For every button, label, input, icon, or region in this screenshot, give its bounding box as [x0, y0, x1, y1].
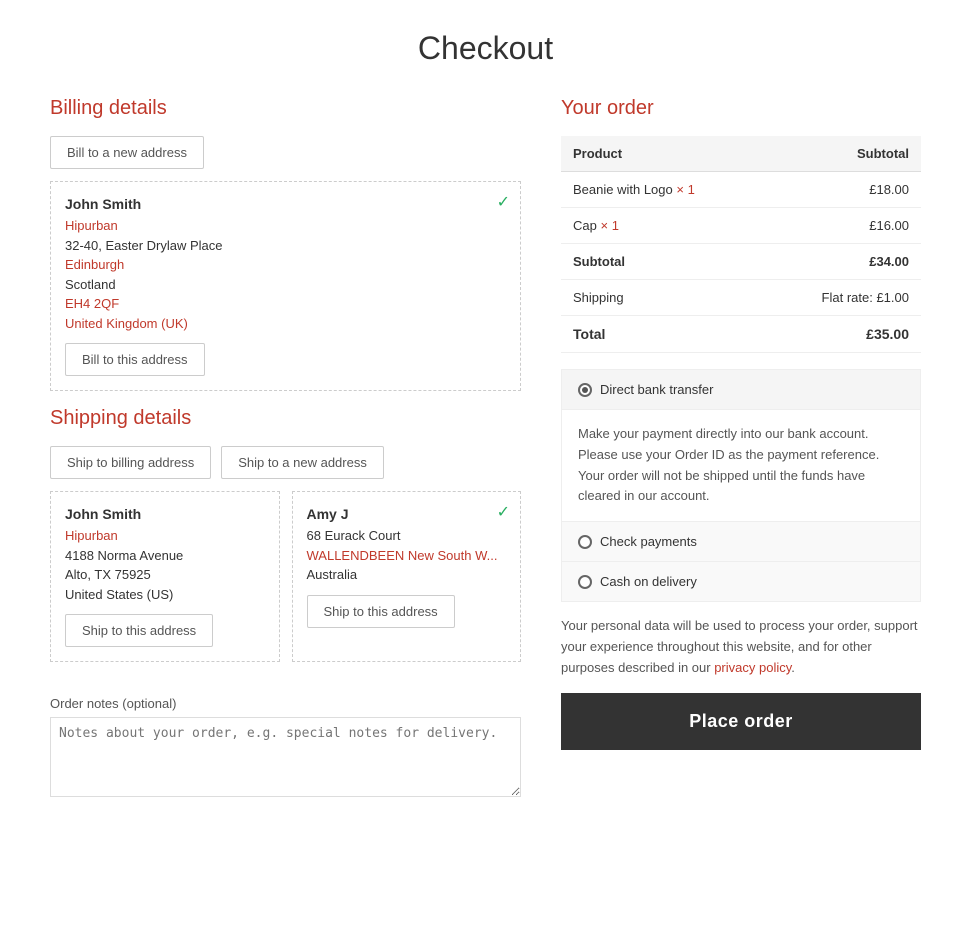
bill-to-new-address-button[interactable]: Bill to a new address — [50, 136, 204, 169]
shipping-row: Shipping Flat rate: £1.00 — [561, 280, 921, 316]
total-label: Total — [561, 316, 765, 353]
shipping-address-street-0: 4188 Norma Avenue — [65, 546, 265, 566]
order-notes-label: Order notes (optional) — [50, 696, 521, 711]
radio-cod — [578, 575, 592, 589]
billing-selected-checkmark: ✓ — [497, 192, 510, 212]
order-item-name-1: Cap × 1 — [561, 208, 765, 244]
order-item-name-0: Beanie with Logo × 1 — [561, 172, 765, 208]
shipping-address-name-1: Amy J — [307, 506, 507, 522]
ship-to-address-button-1[interactable]: Ship to this address — [307, 595, 455, 628]
privacy-text: Your personal data will be used to proce… — [561, 616, 921, 678]
billing-address-region: Scotland — [65, 275, 506, 295]
order-item-row-0: Beanie with Logo × 1 £18.00 — [561, 172, 921, 208]
subtotal-value: £34.00 — [765, 244, 921, 280]
subtotal-label: Subtotal — [561, 244, 765, 280]
payment-desc-direct-bank: Make your payment directly into our bank… — [562, 410, 920, 522]
shipping-section: Shipping details Ship to billing address… — [50, 407, 521, 672]
radio-check — [578, 535, 592, 549]
billing-address-postcode: EH4 2QF — [65, 294, 506, 314]
privacy-policy-link[interactable]: privacy policy — [714, 660, 791, 675]
product-column-header: Product — [561, 136, 765, 172]
place-order-button[interactable]: Place order — [561, 693, 921, 750]
payment-option-label-check: Check payments — [600, 534, 697, 549]
your-order-title: Your order — [561, 97, 921, 120]
ship-to-new-address-button[interactable]: Ship to a new address — [221, 446, 384, 479]
payment-option-direct-bank[interactable]: Direct bank transfer — [562, 370, 920, 410]
billing-address-company: Hipurban — [65, 216, 506, 236]
total-row: Total £35.00 — [561, 316, 921, 353]
order-item-row-1: Cap × 1 £16.00 — [561, 208, 921, 244]
right-column: Your order Product Subtotal Beanie with … — [561, 97, 921, 800]
shipping-address-company-0: Hipurban — [65, 526, 265, 546]
shipping-address-name-0: John Smith — [65, 506, 265, 522]
shipping-address-card-1: ✓ Amy J 68 Eurack Court WALLENDBEEN New … — [292, 491, 522, 662]
bill-to-this-address-button[interactable]: Bill to this address — [65, 343, 205, 376]
page-title: Checkout — [0, 0, 971, 87]
shipping-address-country-1: Australia — [307, 565, 507, 585]
shipping-value: Flat rate: £1.00 — [765, 280, 921, 316]
shipping-address-city-1: WALLENDBEEN New South W... — [307, 546, 507, 566]
payment-option-label-direct-bank: Direct bank transfer — [600, 382, 713, 397]
payment-option-label-cod: Cash on delivery — [600, 574, 697, 589]
radio-direct-bank — [578, 383, 592, 397]
shipping-label: Shipping — [561, 280, 765, 316]
order-item-price-0: £18.00 — [765, 172, 921, 208]
billing-section-title: Billing details — [50, 97, 521, 120]
shipping-address-street-1: 68 Eurack Court — [307, 526, 507, 546]
order-item-price-1: £16.00 — [765, 208, 921, 244]
shipping-address-card-0: John Smith Hipurban 4188 Norma Avenue Al… — [50, 491, 280, 662]
payment-option-cod[interactable]: Cash on delivery — [562, 562, 920, 601]
billing-section: Billing details Bill to a new address ✓ … — [50, 97, 521, 391]
order-table: Product Subtotal Beanie with Logo × 1 £1… — [561, 136, 921, 353]
billing-address-street: 32-40, Easter Drylaw Place — [65, 236, 506, 256]
order-notes-section: Order notes (optional) — [50, 696, 521, 800]
shipping-section-title: Shipping details — [50, 407, 521, 430]
total-value: £35.00 — [765, 316, 921, 353]
shipping-address-city-0: Alto, TX 75925 — [65, 565, 265, 585]
shipping-addresses-grid: John Smith Hipurban 4188 Norma Avenue Al… — [50, 491, 521, 672]
payment-option-check[interactable]: Check payments — [562, 522, 920, 562]
billing-address-card: ✓ John Smith Hipurban 32-40, Easter Dryl… — [50, 181, 521, 391]
billing-address-city: Edinburgh — [65, 255, 506, 275]
billing-address-name: John Smith — [65, 196, 506, 212]
shipping-selected-checkmark: ✓ — [497, 502, 510, 522]
billing-address-country: United Kingdom (UK) — [65, 314, 506, 334]
left-column: Billing details Bill to a new address ✓ … — [50, 97, 521, 800]
payment-section: Direct bank transfer Make your payment d… — [561, 369, 921, 602]
ship-to-address-button-0[interactable]: Ship to this address — [65, 614, 213, 647]
shipping-address-country-0: United States (US) — [65, 585, 265, 605]
order-notes-textarea[interactable] — [50, 717, 521, 797]
subtotal-row: Subtotal £34.00 — [561, 244, 921, 280]
ship-to-billing-address-button[interactable]: Ship to billing address — [50, 446, 211, 479]
subtotal-column-header: Subtotal — [765, 136, 921, 172]
